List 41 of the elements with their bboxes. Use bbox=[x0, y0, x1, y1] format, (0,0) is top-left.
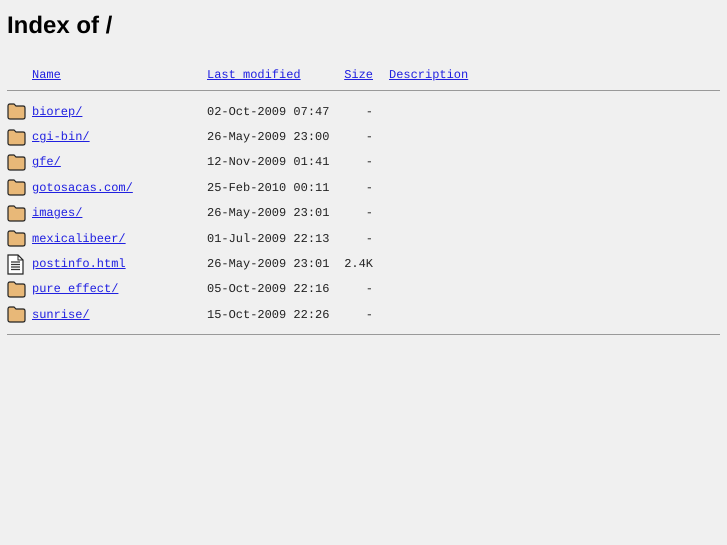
folder-icon bbox=[7, 230, 26, 248]
folder-icon bbox=[7, 103, 26, 120]
document-icon bbox=[7, 254, 24, 275]
modified-date: 05-Oct-2009 22:16 bbox=[207, 282, 330, 296]
file-link[interactable]: pure effect/ bbox=[32, 282, 118, 296]
file-size: - bbox=[366, 308, 373, 322]
file-size: - bbox=[366, 180, 373, 195]
file-size: - bbox=[366, 232, 373, 246]
file-size: - bbox=[366, 130, 373, 144]
file-link[interactable]: gotosacas.com/ bbox=[32, 180, 133, 195]
modified-date: 26-May-2009 23:00 bbox=[207, 130, 330, 144]
modified-date: 12-Nov-2009 01:41 bbox=[207, 155, 330, 170]
folder-icon bbox=[7, 128, 26, 146]
modified-date: 26-May-2009 23:01 bbox=[207, 257, 330, 272]
file-link[interactable]: postinfo.html bbox=[32, 257, 126, 272]
name-column-link[interactable]: Name bbox=[32, 68, 61, 82]
modified-date: 25-Feb-2010 00:11 bbox=[207, 180, 330, 195]
file-size: - bbox=[366, 155, 373, 170]
file-size: - bbox=[366, 282, 373, 296]
file-size: 2.4K bbox=[344, 257, 373, 272]
file-link[interactable]: gfe/ bbox=[32, 155, 61, 170]
file-link[interactable]: images/ bbox=[32, 206, 82, 220]
modified-date: 02-Oct-2009 07:47 bbox=[207, 104, 330, 119]
file-link[interactable]: cgi-bin/ bbox=[32, 130, 90, 144]
file-link[interactable]: biorep/ bbox=[32, 104, 82, 119]
file-size: - bbox=[366, 206, 373, 220]
folder-icon bbox=[7, 179, 26, 196]
file-link[interactable]: mexicalibeer/ bbox=[32, 232, 126, 246]
modified-date: 26-May-2009 23:01 bbox=[207, 206, 330, 220]
folder-icon bbox=[7, 154, 26, 171]
last-modified-column-link[interactable]: Last modified bbox=[207, 68, 301, 82]
description-column-link[interactable]: Description bbox=[389, 68, 468, 82]
folder-icon bbox=[7, 280, 26, 298]
page-title: Index of / bbox=[7, 12, 114, 40]
modified-date: 15-Oct-2009 22:26 bbox=[207, 308, 330, 322]
file-size: - bbox=[366, 104, 373, 119]
modified-date: 01-Jul-2009 22:13 bbox=[207, 232, 330, 246]
folder-icon bbox=[7, 204, 26, 222]
size-column-link[interactable]: Size bbox=[344, 68, 373, 82]
folder-icon bbox=[7, 306, 26, 324]
file-link[interactable]: sunrise/ bbox=[32, 308, 90, 322]
